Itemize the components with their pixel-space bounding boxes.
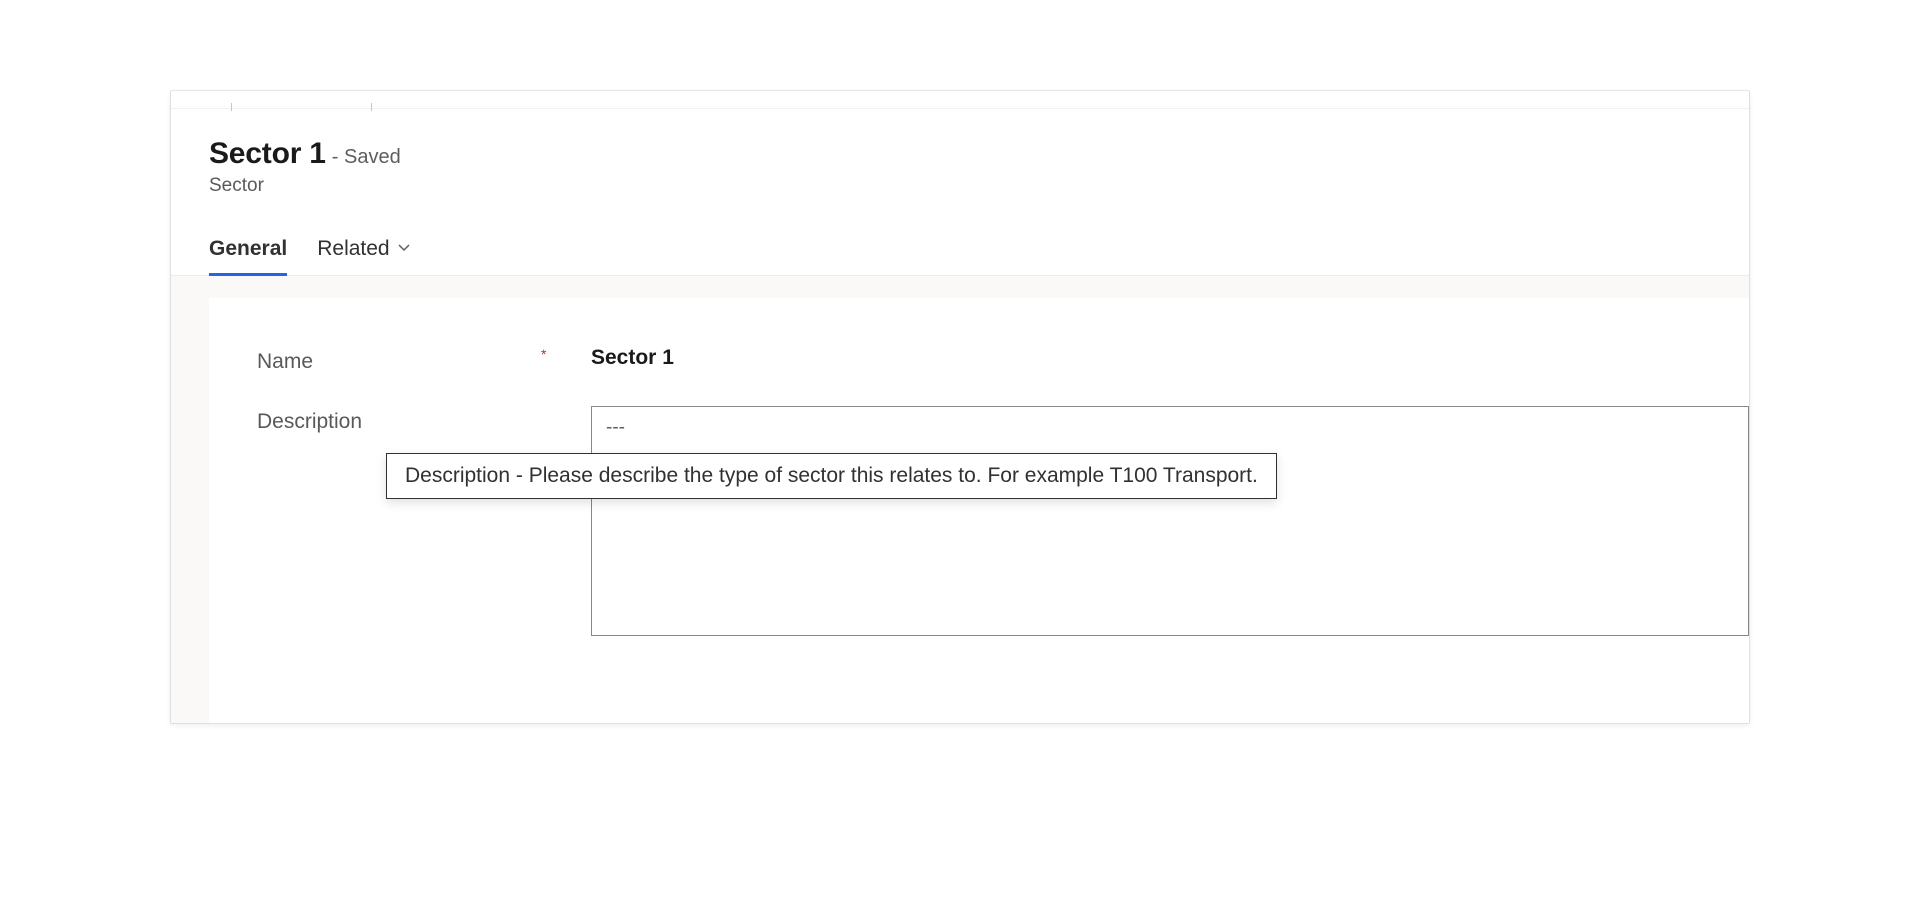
description-label-text: Description bbox=[257, 410, 362, 433]
tab-related-label: Related bbox=[317, 237, 389, 261]
record-form: Sector 1 - Saved Sector General Related … bbox=[170, 90, 1750, 724]
tab-general[interactable]: General bbox=[209, 237, 287, 276]
tab-general-label: General bbox=[209, 237, 287, 261]
tab-related[interactable]: Related bbox=[317, 237, 411, 276]
name-value[interactable]: Sector 1 bbox=[561, 346, 674, 370]
command-bar-placeholder bbox=[171, 91, 1749, 109]
description-label: Description bbox=[257, 406, 537, 434]
save-status: - Saved bbox=[332, 146, 401, 169]
entity-name: Sector bbox=[209, 175, 1711, 197]
name-label-text: Name bbox=[257, 350, 313, 373]
required-star-icon: * bbox=[541, 346, 561, 362]
form-body: Name * Sector 1 Description * Descriptio… bbox=[171, 276, 1749, 723]
field-name-row: Name * Sector 1 bbox=[257, 346, 1749, 374]
name-label: Name bbox=[257, 346, 537, 374]
description-input[interactable] bbox=[591, 406, 1749, 636]
description-tooltip: Description - Please describe the type o… bbox=[386, 453, 1277, 499]
form-header: Sector 1 - Saved Sector bbox=[171, 109, 1749, 211]
record-title: Sector 1 bbox=[209, 137, 326, 171]
tab-list: General Related bbox=[171, 211, 1749, 276]
chevron-down-icon bbox=[396, 237, 412, 261]
field-description-row: Description * Description - Please descr… bbox=[257, 406, 1749, 641]
